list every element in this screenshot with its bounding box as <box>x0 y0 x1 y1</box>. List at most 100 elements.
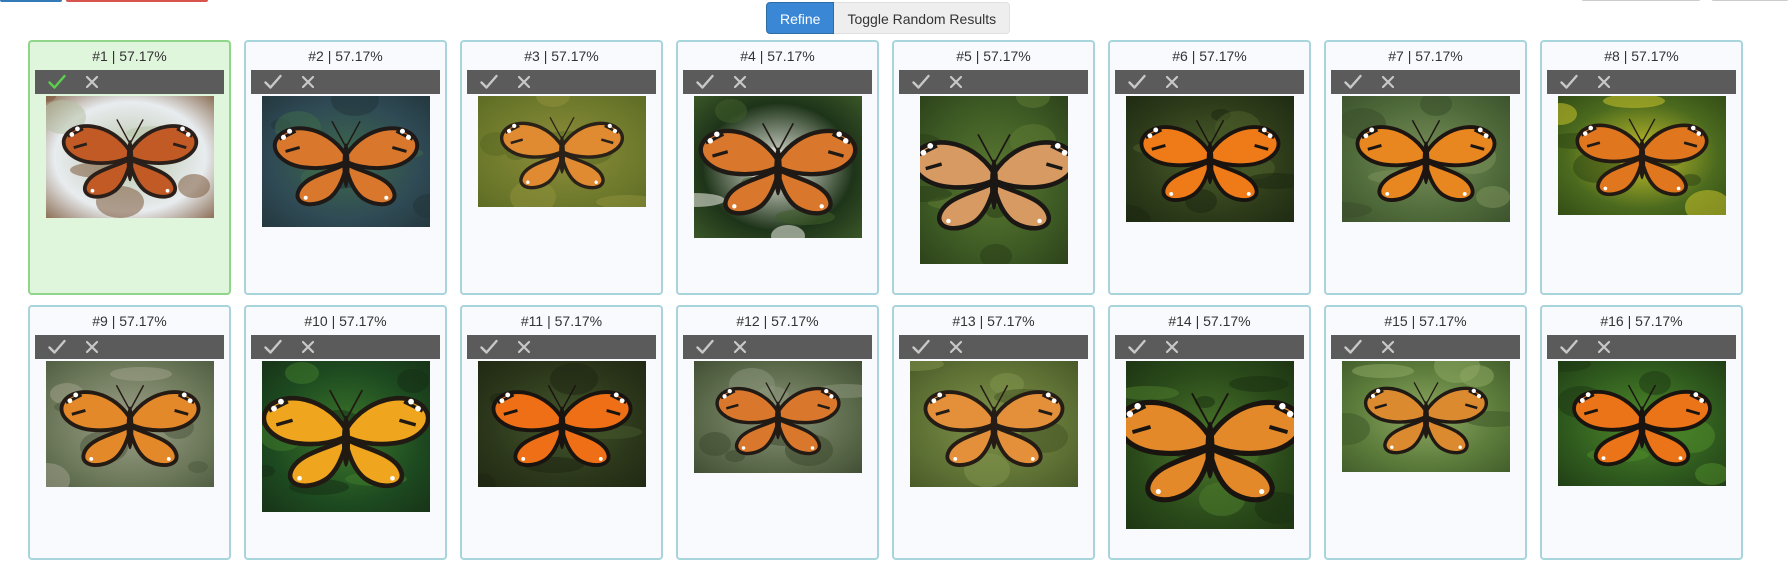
top-right-control-fragment-2[interactable] <box>1712 0 1788 1</box>
close-icon[interactable] <box>299 73 317 91</box>
close-icon[interactable] <box>1379 73 1397 91</box>
result-title: #7 | 57.17% <box>1388 48 1463 64</box>
top-red-button-fragment[interactable] <box>66 0 208 2</box>
butterfly-photo[interactable] <box>919 96 1068 264</box>
butterfly-photo[interactable] <box>1341 361 1510 472</box>
result-action-bar <box>251 70 440 94</box>
result-action-bar <box>1547 70 1736 94</box>
result-card[interactable]: #15 | 57.17% <box>1324 305 1527 560</box>
close-icon[interactable] <box>1379 338 1397 356</box>
result-image-container <box>899 361 1088 487</box>
result-title: #9 | 57.17% <box>92 313 167 329</box>
result-card[interactable]: #16 | 57.17% <box>1540 305 1743 560</box>
result-image-container <box>1115 361 1304 529</box>
butterfly-photo[interactable] <box>45 96 214 218</box>
result-image-container <box>899 96 1088 264</box>
result-title: #13 | 57.17% <box>952 313 1035 329</box>
butterfly-photo[interactable] <box>477 96 646 207</box>
result-card[interactable]: #10 | 57.17% <box>244 305 447 560</box>
check-icon[interactable] <box>1128 73 1146 91</box>
close-icon[interactable] <box>1163 338 1181 356</box>
butterfly-photo[interactable] <box>1125 96 1294 222</box>
result-image-container <box>1331 96 1520 222</box>
butterfly-photo[interactable] <box>261 96 430 227</box>
check-icon[interactable] <box>912 338 930 356</box>
result-title: #15 | 57.17% <box>1384 313 1467 329</box>
result-action-bar <box>467 335 656 359</box>
result-card[interactable]: #6 | 57.17% <box>1108 40 1311 295</box>
butterfly-photo[interactable] <box>1557 96 1726 215</box>
result-action-bar <box>1115 70 1304 94</box>
top-right-control-fragment[interactable] <box>1582 0 1700 1</box>
butterfly-photo[interactable] <box>45 361 214 487</box>
result-image-container <box>251 96 440 227</box>
results-grid: #1 | 57.17% #2 | 57.17% #3 | 57.17% #4 |… <box>28 40 1748 560</box>
result-card[interactable]: #7 | 57.17% <box>1324 40 1527 295</box>
toggle-random-results-button[interactable]: Toggle Random Results <box>834 2 1011 34</box>
butterfly-photo[interactable] <box>261 361 430 512</box>
result-card[interactable]: #5 | 57.17% <box>892 40 1095 295</box>
check-icon[interactable] <box>480 338 498 356</box>
check-icon[interactable] <box>696 73 714 91</box>
close-icon[interactable] <box>515 338 533 356</box>
close-icon[interactable] <box>947 338 965 356</box>
result-card[interactable]: #3 | 57.17% <box>460 40 663 295</box>
result-card[interactable]: #11 | 57.17% <box>460 305 663 560</box>
check-icon[interactable] <box>1560 73 1578 91</box>
close-icon[interactable] <box>515 73 533 91</box>
butterfly-photo[interactable] <box>1557 361 1726 486</box>
result-action-bar <box>899 335 1088 359</box>
butterfly-photo[interactable] <box>477 361 646 487</box>
result-image-container <box>251 361 440 512</box>
result-image-container <box>1115 96 1304 222</box>
check-icon[interactable] <box>1344 338 1362 356</box>
result-card[interactable]: #14 | 57.17% <box>1108 305 1311 560</box>
check-icon[interactable] <box>48 73 66 91</box>
butterfly-photo[interactable] <box>1125 361 1294 529</box>
top-blue-button-fragment[interactable] <box>0 0 62 2</box>
result-action-bar <box>35 335 224 359</box>
close-icon[interactable] <box>731 338 749 356</box>
close-icon[interactable] <box>299 338 317 356</box>
result-title: #14 | 57.17% <box>1168 313 1251 329</box>
result-image-container <box>1331 361 1520 472</box>
result-card[interactable]: #9 | 57.17% <box>28 305 231 560</box>
check-icon[interactable] <box>264 338 282 356</box>
butterfly-photo[interactable] <box>909 361 1078 487</box>
result-image-container <box>467 361 656 487</box>
result-card[interactable]: #4 | 57.17% <box>676 40 879 295</box>
result-card[interactable]: #8 | 57.17% <box>1540 40 1743 295</box>
butterfly-photo[interactable] <box>1341 96 1510 222</box>
check-icon[interactable] <box>1560 338 1578 356</box>
result-image-container <box>35 361 224 487</box>
result-image-container <box>683 361 872 473</box>
check-icon[interactable] <box>912 73 930 91</box>
check-icon[interactable] <box>48 338 66 356</box>
close-icon[interactable] <box>83 338 101 356</box>
butterfly-photo[interactable] <box>693 361 862 473</box>
close-icon[interactable] <box>1595 73 1613 91</box>
result-card[interactable]: #1 | 57.17% <box>28 40 231 295</box>
result-card[interactable]: #13 | 57.17% <box>892 305 1095 560</box>
result-card[interactable]: #2 | 57.17% <box>244 40 447 295</box>
butterfly-photo[interactable] <box>693 96 862 238</box>
refine-button[interactable]: Refine <box>766 2 835 34</box>
result-title: #2 | 57.17% <box>308 48 383 64</box>
result-title: #10 | 57.17% <box>304 313 387 329</box>
close-icon[interactable] <box>731 73 749 91</box>
check-icon[interactable] <box>264 73 282 91</box>
check-icon[interactable] <box>696 338 714 356</box>
result-card[interactable]: #12 | 57.17% <box>676 305 879 560</box>
close-icon[interactable] <box>83 73 101 91</box>
close-icon[interactable] <box>947 73 965 91</box>
result-title: #3 | 57.17% <box>524 48 599 64</box>
result-action-bar <box>1115 335 1304 359</box>
check-icon[interactable] <box>1128 338 1146 356</box>
check-icon[interactable] <box>480 73 498 91</box>
close-icon[interactable] <box>1163 73 1181 91</box>
close-icon[interactable] <box>1595 338 1613 356</box>
check-icon[interactable] <box>1344 73 1362 91</box>
result-action-bar <box>1331 335 1520 359</box>
result-image-container <box>1547 361 1736 486</box>
result-title: #12 | 57.17% <box>736 313 819 329</box>
